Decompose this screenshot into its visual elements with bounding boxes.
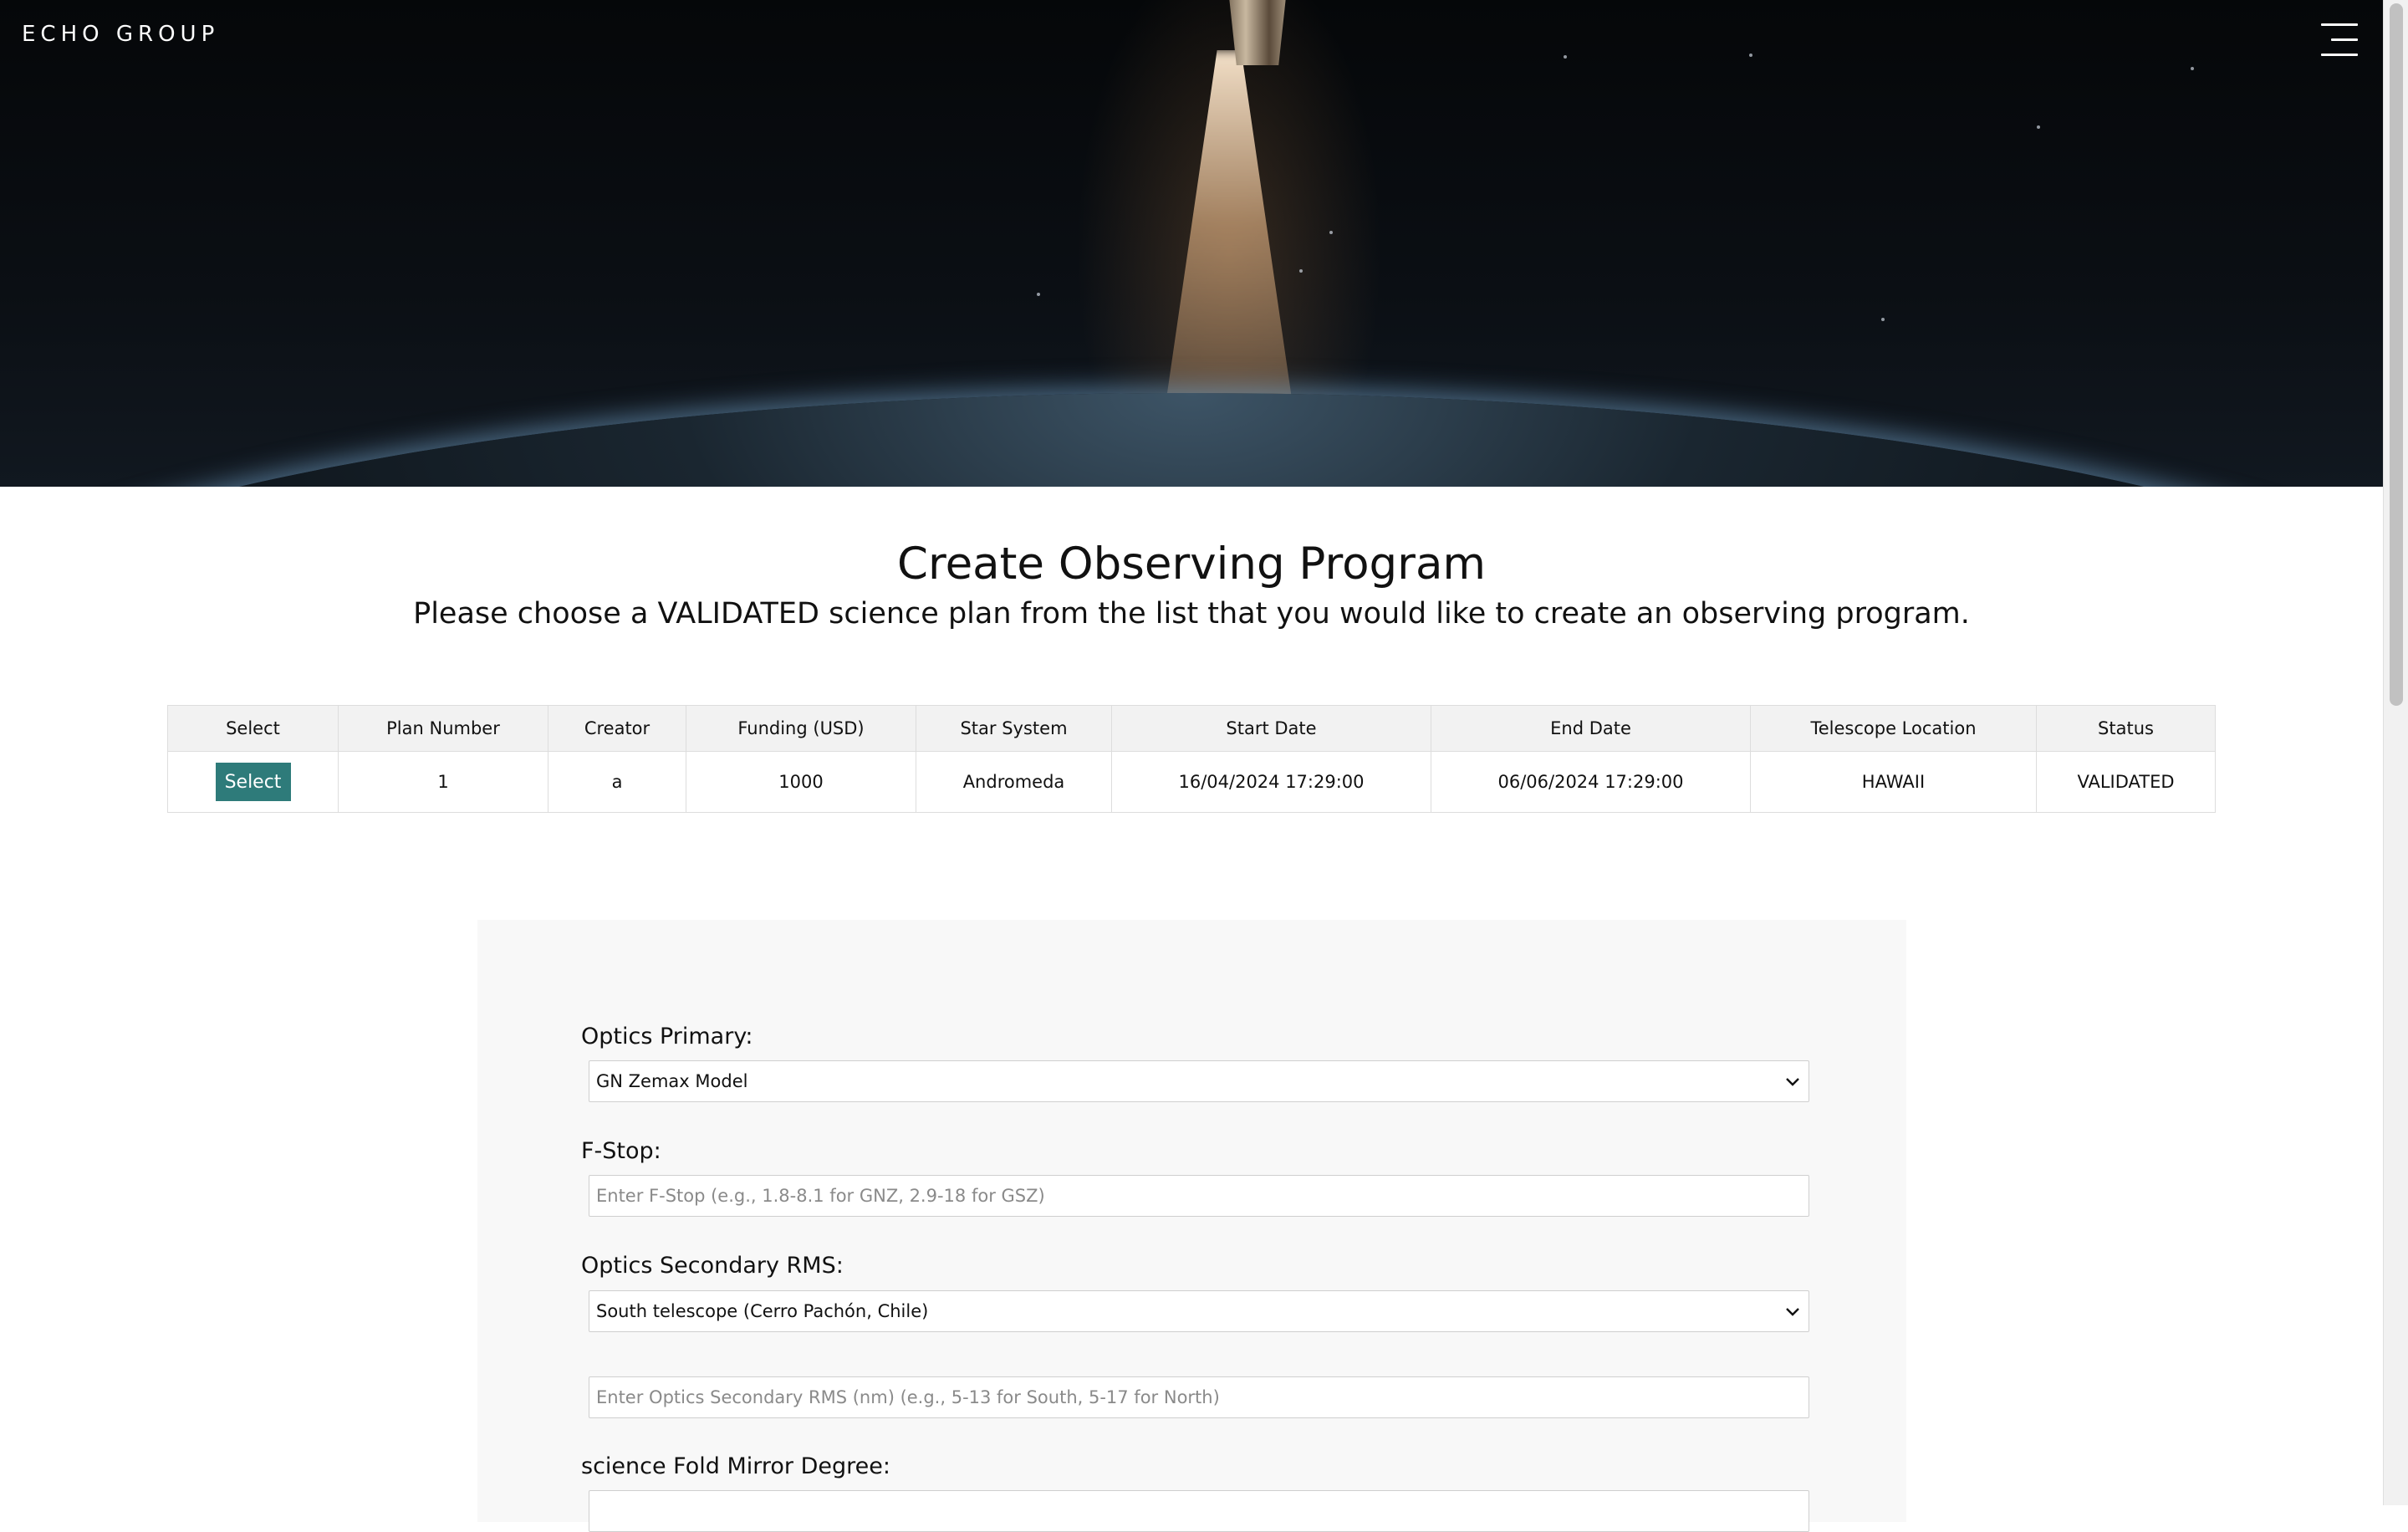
star [2191,67,2194,70]
star [1749,54,1752,57]
cell-creator: a [548,751,686,813]
optics-secondary-rms-input[interactable] [589,1376,1809,1418]
science-fold-mirror-input[interactable] [589,1490,1809,1532]
chevron-down-icon [1786,1308,1799,1316]
column-header-start-date: Start Date [1111,705,1431,752]
cell-select: Select [167,751,339,813]
cell-start-date: 16/04/2024 17:29:00 [1111,751,1431,813]
star [1329,231,1333,234]
page-title: Create Observing Program [896,539,1487,590]
select-plan-button[interactable]: Select [215,763,291,801]
star [1299,269,1303,273]
table-header-row: Select Plan Number Creator Funding (USD)… [167,705,2216,752]
column-header-creator: Creator [548,705,686,752]
scrollbar-thumb[interactable] [2390,3,2403,706]
earth-horizon [0,393,2383,487]
cell-plan-number: 1 [338,751,548,813]
page-scrollbar[interactable] [2383,0,2408,1505]
chevron-down-icon [1786,1078,1799,1086]
brand-logo[interactable]: ECHO GROUP [22,22,219,47]
hamburger-menu-icon[interactable] [2321,23,2358,57]
column-header-funding: Funding (USD) [686,705,916,752]
hero-banner [0,0,2383,487]
science-fold-mirror-label: science Fold Mirror Degree: [581,1453,890,1479]
table-row: Select 1 a 1000 Andromeda 16/04/2024 17:… [167,751,2216,813]
star [2037,125,2040,129]
menu-line [2321,54,2358,56]
column-header-status: Status [2036,705,2216,752]
optics-secondary-label: Optics Secondary RMS: [581,1253,844,1279]
cell-status: VALIDATED [2036,751,2216,813]
menu-line [2331,38,2358,41]
star [1881,318,1885,321]
cell-end-date: 06/06/2024 17:29:00 [1431,751,1751,813]
optics-primary-value: GN Zemax Model [596,1071,748,1091]
page-subtitle: Please choose a VALIDATED science plan f… [413,597,1970,631]
column-header-plan-number: Plan Number [338,705,548,752]
f-stop-label: F-Stop: [581,1138,661,1164]
f-stop-input[interactable] [589,1175,1809,1217]
optics-secondary-value: South telescope (Cerro Pachón, Chile) [596,1301,929,1321]
column-header-telescope-location: Telescope Location [1750,705,2037,752]
cell-funding: 1000 [686,751,916,813]
observing-program-form: Optics Primary: GN Zemax Model F-Stop: O… [477,920,1906,1532]
star [1564,55,1567,59]
cell-star-system: Andromeda [916,751,1112,813]
column-header-star-system: Star System [916,705,1112,752]
optics-primary-select[interactable]: GN Zemax Model [589,1060,1809,1102]
column-header-end-date: End Date [1431,705,1751,752]
science-plans-table: Select Plan Number Creator Funding (USD)… [167,705,2216,813]
cell-telescope-location: HAWAII [1750,751,2037,813]
optics-primary-label: Optics Primary: [581,1024,753,1049]
optics-secondary-select[interactable]: South telescope (Cerro Pachón, Chile) [589,1290,1809,1332]
star [1037,293,1040,296]
column-header-select: Select [167,705,339,752]
menu-line [2321,23,2358,26]
